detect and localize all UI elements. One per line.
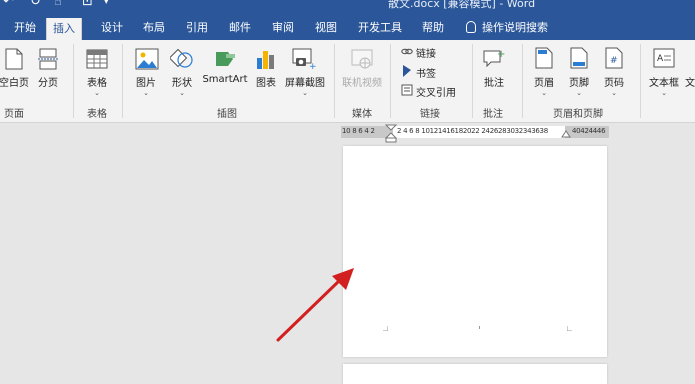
- text-cursor: [479, 326, 480, 329]
- text-box-button[interactable]: 文本框 ⌄: [646, 74, 682, 97]
- chevron-down-icon: ⌄: [576, 89, 582, 97]
- smartart-icon: [216, 52, 235, 66]
- header-icon: [535, 47, 553, 69]
- chevron-down-icon: ⌄: [143, 89, 149, 97]
- ruler-numbers: 2 4 6 8 10121416182022 2426283032343638: [397, 127, 548, 135]
- chevron-down-icon: ⌄: [611, 89, 617, 97]
- page-number-button[interactable]: 页码 ⌄: [599, 74, 629, 97]
- picture-button[interactable]: 图片 ⌄: [131, 74, 161, 97]
- svg-text:#: #: [610, 56, 618, 66]
- document-page-2[interactable]: [343, 364, 607, 384]
- blank-page-icon: [5, 48, 23, 70]
- margin-corner-mark: [383, 326, 388, 331]
- online-video-icon: [351, 49, 373, 69]
- cross-reference-icon: [401, 84, 413, 96]
- group-label-pages: 页面: [4, 109, 24, 120]
- text-box-icon: A: [653, 48, 675, 68]
- chevron-down-icon: ⌄: [94, 89, 100, 97]
- tab-help[interactable]: 帮助: [422, 16, 444, 40]
- bookmark-button[interactable]: 书签: [416, 65, 436, 80]
- ribbon-insert: 空白页 分页 页面 表格 ⌄ 表格 图片 ⌄ 形状 ⌄ SmartArt 图表 …: [0, 40, 695, 123]
- page-break-icon: [38, 48, 58, 70]
- quick-parts-button[interactable]: 文: [683, 74, 695, 89]
- ruler-left-numbers: 10 8 6 4 2: [342, 127, 375, 135]
- customize-toolbar-icon[interactable]: ▾: [104, 0, 109, 7]
- chart-button[interactable]: 图表: [251, 74, 281, 89]
- group-label-media: 媒体: [352, 109, 372, 120]
- chevron-down-icon: ⌄: [661, 89, 667, 97]
- footer-button[interactable]: 页脚 ⌄: [564, 74, 594, 97]
- indent-marker-icon[interactable]: [385, 124, 397, 144]
- screenshot-icon: +: [292, 48, 316, 70]
- tab-home[interactable]: 开始: [14, 16, 36, 40]
- right-indent-marker-icon[interactable]: [561, 130, 571, 140]
- svg-text:+: +: [497, 49, 505, 60]
- table-icon: [86, 49, 108, 69]
- tab-mailings[interactable]: 邮件: [229, 16, 251, 40]
- group-label-illustrations: 插图: [217, 109, 237, 120]
- group-label-comments: 批注: [483, 109, 503, 120]
- margin-corner-mark: [567, 326, 572, 331]
- header-button[interactable]: 页眉 ⌄: [529, 74, 559, 97]
- bookmark-icon: [403, 65, 411, 77]
- picture-icon: [135, 48, 159, 70]
- tab-design[interactable]: 设计: [101, 16, 123, 40]
- shapes-button[interactable]: 形状 ⌄: [167, 74, 197, 97]
- group-separator: [122, 44, 123, 118]
- group-separator: [390, 44, 391, 118]
- undo-icon[interactable]: ↶: [3, 0, 14, 9]
- tab-layout[interactable]: 布局: [143, 16, 165, 40]
- svg-text:A: A: [657, 54, 664, 64]
- tab-view[interactable]: 视图: [315, 16, 337, 40]
- chevron-down-icon: ⌄: [541, 89, 547, 97]
- link-button[interactable]: 链接: [416, 45, 436, 60]
- ruler-far-numbers: 40424446: [572, 127, 606, 135]
- chevron-down-icon: ⌄: [179, 89, 185, 97]
- group-label-header-footer: 页眉和页脚: [553, 109, 603, 120]
- table-button[interactable]: 表格 ⌄: [82, 74, 112, 97]
- smartart-button[interactable]: SmartArt: [201, 74, 249, 85]
- lightbulb-icon: [466, 21, 476, 33]
- svg-text:+: +: [309, 62, 316, 70]
- tell-me-search[interactable]: 操作说明搜索: [466, 16, 548, 40]
- group-separator: [472, 44, 473, 118]
- tab-references[interactable]: 引用: [186, 16, 208, 40]
- group-separator: [640, 44, 641, 118]
- group-label-links: 链接: [420, 109, 440, 120]
- comment-icon: +: [483, 49, 505, 68]
- print-preview-icon[interactable]: ⊡: [82, 0, 93, 9]
- group-separator: [73, 44, 74, 118]
- window-title: 散文.docx [兼容模式] - Word: [388, 0, 536, 10]
- group-separator: [522, 44, 523, 118]
- group-label-tables: 表格: [87, 109, 107, 120]
- tab-review[interactable]: 审阅: [272, 16, 294, 40]
- blank-page-button[interactable]: 空白页: [0, 74, 30, 89]
- red-arrow-annotation: [276, 268, 354, 342]
- link-icon: [401, 48, 413, 55]
- document-page[interactable]: [343, 146, 607, 357]
- redo-icon[interactable]: ↻: [30, 0, 41, 9]
- tab-developer[interactable]: 开发工具: [358, 16, 402, 40]
- tab-insert[interactable]: 插入: [46, 18, 82, 40]
- cross-reference-button[interactable]: 交叉引用: [416, 84, 456, 99]
- group-separator: [334, 44, 335, 118]
- screenshot-button[interactable]: 屏幕截图 ⌄: [281, 74, 329, 97]
- new-comment-button[interactable]: 批注: [479, 74, 509, 89]
- chart-icon: [257, 51, 274, 69]
- title-bar: ↶ ↻ ☝ ⊡ ▾ 散文.docx [兼容模式] - Word: [0, 0, 695, 16]
- page-break-button[interactable]: 分页: [36, 74, 60, 89]
- online-video-button[interactable]: 联机视频: [339, 74, 385, 89]
- chevron-down-icon: ⌄: [302, 89, 308, 97]
- touch-mode-icon[interactable]: ☝: [54, 0, 62, 9]
- footer-icon: [570, 47, 588, 69]
- ribbon-tabs: 开始 插入 设计 布局 引用 邮件 审阅 视图 开发工具 帮助 操作说明搜索: [0, 16, 695, 40]
- shapes-icon: [170, 48, 193, 68]
- page-number-icon: #: [605, 47, 623, 69]
